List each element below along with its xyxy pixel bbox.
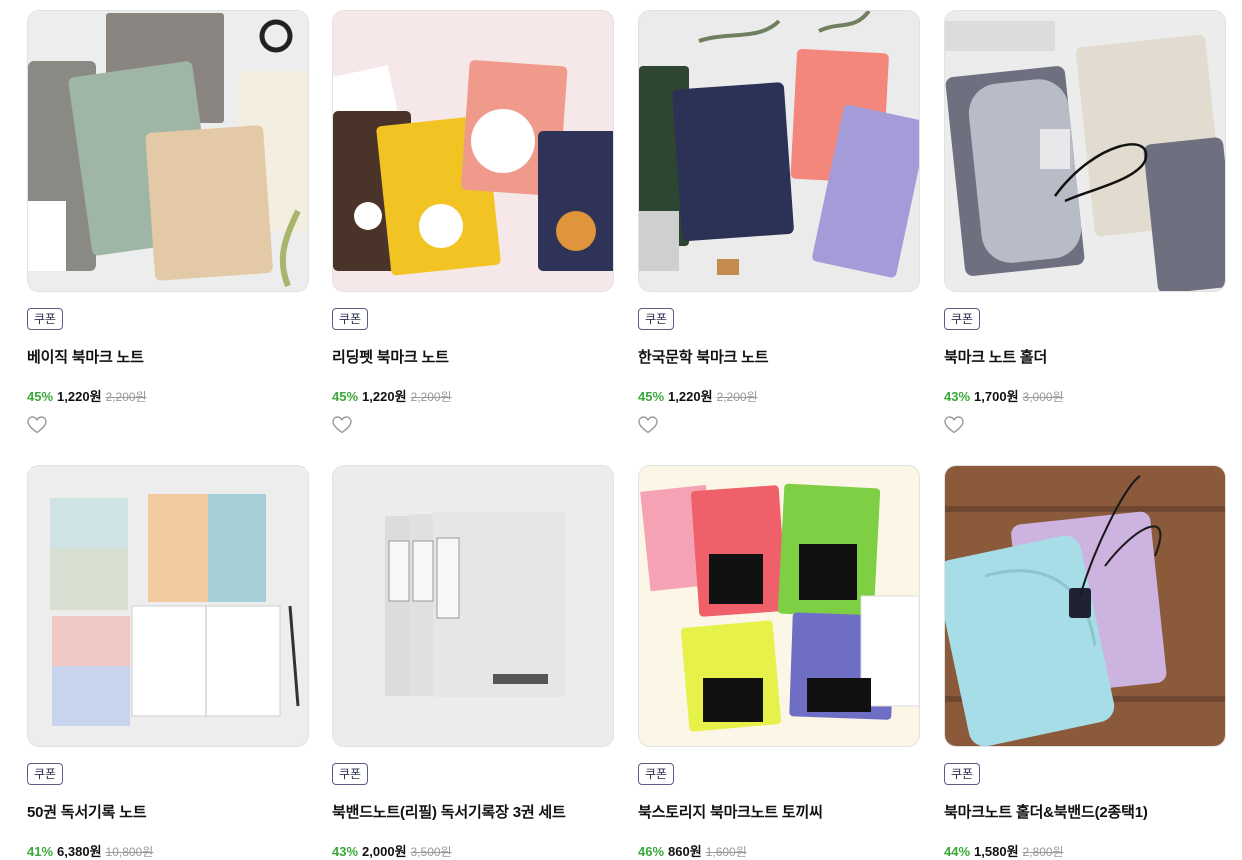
price-row: 46% 860원 1,600원 <box>638 841 747 860</box>
product-image[interactable] <box>332 10 614 292</box>
coupon-badge: 쿠폰 <box>944 763 981 785</box>
sale-price: 1,220원 <box>668 389 713 404</box>
heart-icon[interactable] <box>332 416 352 434</box>
original-price: 3,000원 <box>1022 390 1064 404</box>
product-image[interactable] <box>332 465 614 747</box>
product-title[interactable]: 베이직 북마크 노트 <box>27 346 144 367</box>
sale-price: 1,700원 <box>974 389 1019 404</box>
discount-rate: 43% <box>944 389 971 404</box>
product-title[interactable]: 북스토리지 북마크노트 토끼씨 <box>638 801 823 822</box>
product-image[interactable] <box>944 465 1226 747</box>
product-title[interactable]: 북밴드노트(리필) 독서기록장 3권 세트 <box>332 801 566 822</box>
heart-icon[interactable] <box>27 416 47 434</box>
product-image[interactable] <box>638 10 920 292</box>
discount-rate: 41% <box>27 844 54 859</box>
price-row: 44% 1,580원 2,800원 <box>944 841 1064 860</box>
sale-price: 1,220원 <box>57 389 102 404</box>
coupon-badge: 쿠폰 <box>638 763 675 785</box>
original-price: 2,200원 <box>105 390 147 404</box>
product-card[interactable]: 쿠폰 베이직 북마크 노트 45% 1,220원 2,200원 <box>27 10 309 434</box>
coupon-badge: 쿠폰 <box>332 763 369 785</box>
product-image[interactable] <box>944 10 1226 292</box>
product-card[interactable]: 쿠폰 북마크 노트 홀더 43% 1,700원 3,000원 <box>944 10 1226 434</box>
coupon-badge: 쿠폰 <box>944 308 981 330</box>
product-image[interactable] <box>27 465 309 747</box>
product-card[interactable]: 쿠폰 북마크노트 홀더&북밴드(2종택1) 44% 1,580원 2,800원 <box>944 465 1226 859</box>
sale-price: 1,580원 <box>974 844 1019 859</box>
product-title[interactable]: 리딩펫 북마크 노트 <box>332 346 449 367</box>
discount-rate: 46% <box>638 844 665 859</box>
original-price: 3,500원 <box>410 845 452 859</box>
product-title[interactable]: 북마크 노트 홀더 <box>944 346 1047 367</box>
product-card[interactable]: 쿠폰 북스토리지 북마크노트 토끼씨 46% 860원 1,600원 <box>638 465 920 859</box>
product-image[interactable] <box>27 10 309 292</box>
sale-price: 6,380원 <box>57 844 102 859</box>
price-row: 45% 1,220원 2,200원 <box>332 386 452 405</box>
product-title[interactable]: 한국문학 북마크 노트 <box>638 346 769 367</box>
heart-icon[interactable] <box>944 416 964 434</box>
price-row: 43% 2,000원 3,500원 <box>332 841 452 860</box>
coupon-badge: 쿠폰 <box>638 308 675 330</box>
product-card[interactable]: 쿠폰 리딩펫 북마크 노트 45% 1,220원 2,200원 <box>332 10 614 434</box>
price-row: 45% 1,220원 2,200원 <box>27 386 147 405</box>
product-card[interactable]: 쿠폰 한국문학 북마크 노트 45% 1,220원 2,200원 <box>638 10 920 434</box>
coupon-badge: 쿠폰 <box>332 308 369 330</box>
original-price: 1,600원 <box>705 845 747 859</box>
discount-rate: 45% <box>27 389 54 404</box>
sale-price: 1,220원 <box>362 389 407 404</box>
discount-rate: 44% <box>944 844 971 859</box>
heart-icon[interactable] <box>638 416 658 434</box>
coupon-badge: 쿠폰 <box>27 763 64 785</box>
sale-price: 860원 <box>668 844 702 859</box>
discount-rate: 45% <box>332 389 359 404</box>
price-row: 41% 6,380원 10,800원 <box>27 841 153 860</box>
price-row: 43% 1,700원 3,000원 <box>944 386 1064 405</box>
original-price: 10,800원 <box>105 845 154 859</box>
original-price: 2,200원 <box>410 390 452 404</box>
product-card[interactable]: 쿠폰 북밴드노트(리필) 독서기록장 3권 세트 43% 2,000원 3,500원 <box>332 465 614 859</box>
discount-rate: 43% <box>332 844 359 859</box>
discount-rate: 45% <box>638 389 665 404</box>
product-image[interactable] <box>638 465 920 747</box>
sale-price: 2,000원 <box>362 844 407 859</box>
coupon-badge: 쿠폰 <box>27 308 64 330</box>
price-row: 45% 1,220원 2,200원 <box>638 386 758 405</box>
original-price: 2,800원 <box>1022 845 1064 859</box>
product-title[interactable]: 50권 독서기록 노트 <box>27 801 147 822</box>
original-price: 2,200원 <box>716 390 758 404</box>
product-title[interactable]: 북마크노트 홀더&북밴드(2종택1) <box>944 801 1148 822</box>
product-card[interactable]: 쿠폰 50권 독서기록 노트 41% 6,380원 10,800원 <box>27 465 309 859</box>
